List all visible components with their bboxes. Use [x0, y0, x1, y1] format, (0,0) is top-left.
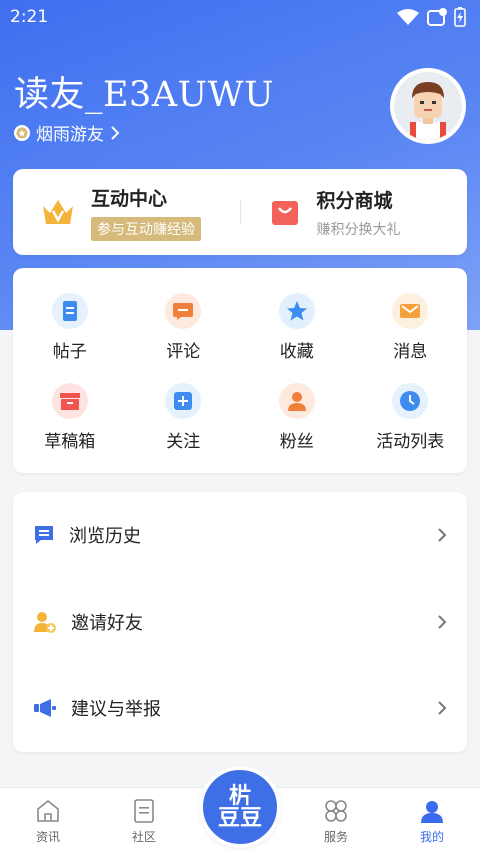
mail-icon	[392, 292, 429, 329]
chevron-right-icon	[438, 701, 447, 716]
grid-label: 消息	[393, 341, 428, 362]
tab-label: 服务	[323, 830, 348, 844]
level-badge-icon	[14, 124, 30, 141]
battery-icon	[454, 7, 466, 27]
status-bar: 2:21	[0, 0, 480, 34]
logo-line-1: 㭊	[228, 783, 251, 809]
tab-label: 社区	[131, 830, 156, 844]
points-mall-button[interactable]: 积分商城 赚积分换大礼	[241, 169, 468, 255]
logo-line-2: 豆豆	[217, 805, 262, 831]
grid-label: 收藏	[279, 341, 314, 362]
grid-item-comments[interactable]: 评论	[127, 282, 241, 373]
chevron-right-icon	[438, 615, 447, 629]
list-item-invite[interactable]: 邀请好友	[33, 579, 447, 666]
grid-item-messages[interactable]: 消息	[354, 282, 468, 373]
post-icon	[51, 292, 88, 329]
history-icon	[35, 526, 53, 545]
status-time: 2:21	[10, 7, 49, 27]
community-icon	[134, 799, 154, 823]
grid-item-drafts[interactable]: 草稿箱	[13, 373, 127, 464]
interaction-center-subtitle: 参与互动赚经验	[91, 216, 201, 241]
settings-list: 浏览历史 邀请好友 建议与举报	[13, 492, 467, 752]
tab-label: 我的	[419, 830, 444, 844]
points-mall-subtitle: 赚积分换大礼	[316, 221, 401, 238]
points-mall-title: 积分商城	[316, 189, 393, 212]
shopping-bag-icon	[271, 201, 298, 225]
mine-icon	[421, 801, 443, 823]
chevron-right-icon	[438, 528, 447, 543]
tab-mine[interactable]: 我的	[384, 788, 480, 853]
notification-icon	[427, 8, 447, 26]
feature-grid: 帖子 评论 收藏 消息 草稿箱 关注 粉丝 活动列表	[13, 268, 467, 473]
grid-label: 关注	[166, 432, 201, 453]
clock-icon	[392, 383, 429, 420]
grid-label: 粉丝	[279, 432, 314, 453]
interaction-center-button[interactable]: 互动中心 参与互动赚经验	[13, 169, 240, 255]
tab-community[interactable]: 社区	[96, 788, 192, 853]
tab-news[interactable]: 资讯	[0, 788, 96, 853]
grid-item-activities[interactable]: 活动列表	[354, 373, 468, 464]
avatar[interactable]	[390, 68, 466, 144]
grid-item-fans[interactable]: 粉丝	[240, 373, 354, 464]
invite-icon	[34, 611, 56, 633]
list-item-history[interactable]: 浏览历史	[33, 492, 447, 579]
chevron-right-icon	[111, 125, 120, 140]
report-icon	[34, 699, 56, 718]
crown-icon	[43, 200, 73, 224]
drafts-icon	[51, 383, 88, 420]
center-logo-button[interactable]: 㭊 豆豆	[199, 766, 281, 848]
news-icon	[37, 799, 59, 822]
tab-service[interactable]: 服务	[288, 788, 384, 853]
wifi-icon	[397, 9, 419, 25]
list-label: 浏览历史	[69, 526, 141, 548]
interaction-center-title: 互动中心	[91, 187, 168, 210]
fans-icon	[278, 383, 315, 420]
service-icon	[325, 800, 347, 822]
grid-label: 活动列表	[376, 432, 445, 453]
comment-icon	[165, 292, 202, 329]
list-label: 建议与举报	[71, 699, 161, 721]
tab-label: 资讯	[35, 830, 60, 844]
list-item-report[interactable]: 建议与举报	[33, 665, 447, 752]
grid-label: 评论	[166, 341, 201, 362]
grid-item-following[interactable]: 关注	[127, 373, 241, 464]
grid-label: 帖子	[52, 341, 87, 362]
grid-item-posts[interactable]: 帖子	[13, 282, 127, 373]
star-icon	[278, 292, 315, 329]
grid-label: 草稿箱	[44, 432, 96, 453]
list-label: 邀请好友	[71, 612, 143, 634]
level-link[interactable]: 烟雨游友	[14, 120, 120, 145]
follow-icon	[165, 383, 202, 420]
level-name: 烟雨游友	[36, 125, 104, 145]
top-card: 互动中心 参与互动赚经验 积分商城 赚积分换大礼	[13, 169, 467, 255]
username: 读友_E3AUWU	[14, 75, 275, 115]
grid-item-favorites[interactable]: 收藏	[240, 282, 354, 373]
